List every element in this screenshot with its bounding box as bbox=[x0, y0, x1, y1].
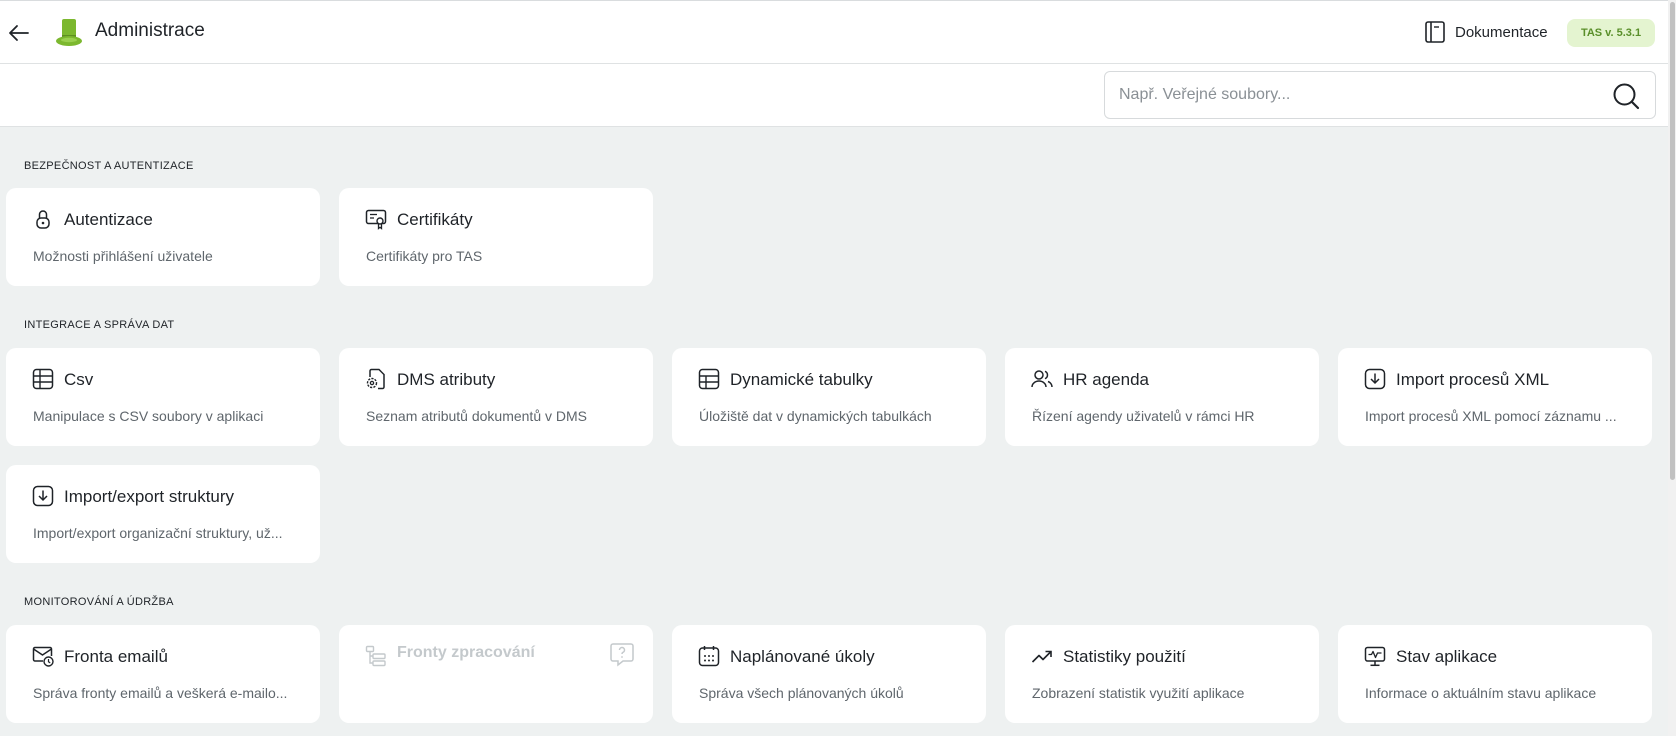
card-title: Stav aplikace bbox=[1396, 647, 1498, 666]
card-title: DMS atributy bbox=[397, 370, 496, 389]
card-description: Možnosti přihlášení uživatele bbox=[33, 248, 213, 264]
section-title-security: BEZPEČNOST A AUTENTIZACE bbox=[24, 160, 194, 172]
card-certifikaty[interactable]: Certifikáty Certifikáty pro TAS bbox=[339, 188, 653, 286]
version-badge: TAS v. 5.3.1 bbox=[1567, 19, 1655, 47]
card-title: Naplánované úkoly bbox=[730, 647, 875, 666]
card-title: Statistiky použití bbox=[1063, 647, 1186, 666]
card-title: Fronta emailů bbox=[64, 647, 168, 666]
card-description: Správa všech plánovaných úkolů bbox=[699, 685, 904, 701]
search-input[interactable] bbox=[1119, 72, 1589, 118]
card-import-export-struktury[interactable]: Import/export struktury Import/export or… bbox=[6, 465, 320, 563]
card-description: Certifikáty pro TAS bbox=[366, 248, 483, 264]
card-description: Informace o aktuálním stavu aplikace bbox=[1365, 685, 1597, 701]
search-icon[interactable] bbox=[1611, 81, 1641, 111]
card-title: Fronty zpracování bbox=[397, 644, 535, 661]
card-csv[interactable]: Csv Manipulace s CSV soubory v aplikaci bbox=[6, 348, 320, 446]
documentation-label: Dokumentace bbox=[1455, 23, 1548, 41]
mail-clock-icon bbox=[32, 645, 54, 667]
table-icon bbox=[32, 368, 54, 390]
card-statistiky-pouziti[interactable]: Statistiky použití Zobrazení statistik v… bbox=[1005, 625, 1319, 723]
card-title: HR agenda bbox=[1063, 370, 1150, 389]
card-description: Seznam atributů dokumentů v DMS bbox=[366, 408, 587, 424]
card-description: Řízení agendy uživatelů v rámci HR bbox=[1032, 408, 1255, 424]
back-arrow-icon[interactable] bbox=[6, 20, 32, 46]
trending-up-icon bbox=[1031, 645, 1053, 667]
import-icon bbox=[32, 485, 54, 507]
card-title: Import/export struktury bbox=[64, 487, 235, 506]
card-title: Csv bbox=[64, 370, 94, 389]
page-title: Administrace bbox=[95, 20, 205, 41]
card-description: Manipulace s CSV soubory v aplikaci bbox=[33, 408, 264, 424]
users-icon bbox=[1031, 368, 1053, 390]
card-stav-aplikace[interactable]: Stav aplikace Informace o aktuálním stav… bbox=[1338, 625, 1652, 723]
card-autentizace[interactable]: Autentizace Možnosti přihlášení uživatel… bbox=[6, 188, 320, 286]
app-logo-icon bbox=[55, 18, 83, 48]
calendar-icon bbox=[698, 645, 720, 667]
card-fronta-emailu[interactable]: Fronta emailů Správa fronty emailů a veš… bbox=[6, 625, 320, 723]
card-title: Autentizace bbox=[64, 210, 153, 229]
card-fronty-zpracovani: Fronty zpracování bbox=[339, 625, 653, 723]
top-bar: Administrace Dokumentace TAS v. 5.3.1 bbox=[0, 0, 1668, 64]
documentation-link[interactable]: Dokumentace bbox=[1424, 20, 1548, 44]
card-naplanovane-ukoly[interactable]: Naplánované úkoly Správa všech plánovaný… bbox=[672, 625, 986, 723]
search-box bbox=[1104, 71, 1656, 119]
table-icon bbox=[698, 368, 720, 390]
card-import-procesu-xml[interactable]: Import procesů XML Import procesů XML po… bbox=[1338, 348, 1652, 446]
card-description: Zobrazení statistik využití aplikace bbox=[1032, 685, 1245, 701]
card-title: Import procesů XML bbox=[1396, 370, 1550, 389]
scrollbar-thumb[interactable] bbox=[1670, 2, 1675, 480]
queue-icon bbox=[365, 645, 387, 667]
lock-icon bbox=[32, 208, 54, 230]
card-description: Úložiště dat v dynamických tabulkách bbox=[699, 408, 932, 424]
section-title-integration: INTEGRACE A SPRÁVA DAT bbox=[24, 319, 175, 331]
card-dms-atributy[interactable]: DMS atributy Seznam atributů dokumentů v… bbox=[339, 348, 653, 446]
card-description: Správa fronty emailů a veškerá e-mailo..… bbox=[33, 685, 288, 701]
card-description: Import procesů XML pomocí záznamu ... bbox=[1365, 408, 1617, 424]
search-bar bbox=[0, 64, 1668, 127]
section-title-monitoring: MONITOROVÁNÍ A ÚDRŽBA bbox=[24, 596, 174, 608]
import-icon bbox=[1364, 368, 1386, 390]
file-settings-icon bbox=[365, 368, 387, 390]
help-icon[interactable] bbox=[609, 641, 635, 667]
book-icon bbox=[1425, 21, 1445, 43]
card-hr-agenda[interactable]: HR agenda Řízení agendy uživatelů v rámc… bbox=[1005, 348, 1319, 446]
card-description: Import/export organizační struktury, už.… bbox=[33, 525, 283, 541]
monitor-pulse-icon bbox=[1364, 645, 1386, 667]
card-dynamicke-tabulky[interactable]: Dynamické tabulky Úložiště dat v dynamic… bbox=[672, 348, 986, 446]
card-title: Dynamické tabulky bbox=[730, 370, 873, 389]
card-title: Certifikáty bbox=[397, 210, 473, 229]
certificate-icon bbox=[365, 208, 387, 230]
